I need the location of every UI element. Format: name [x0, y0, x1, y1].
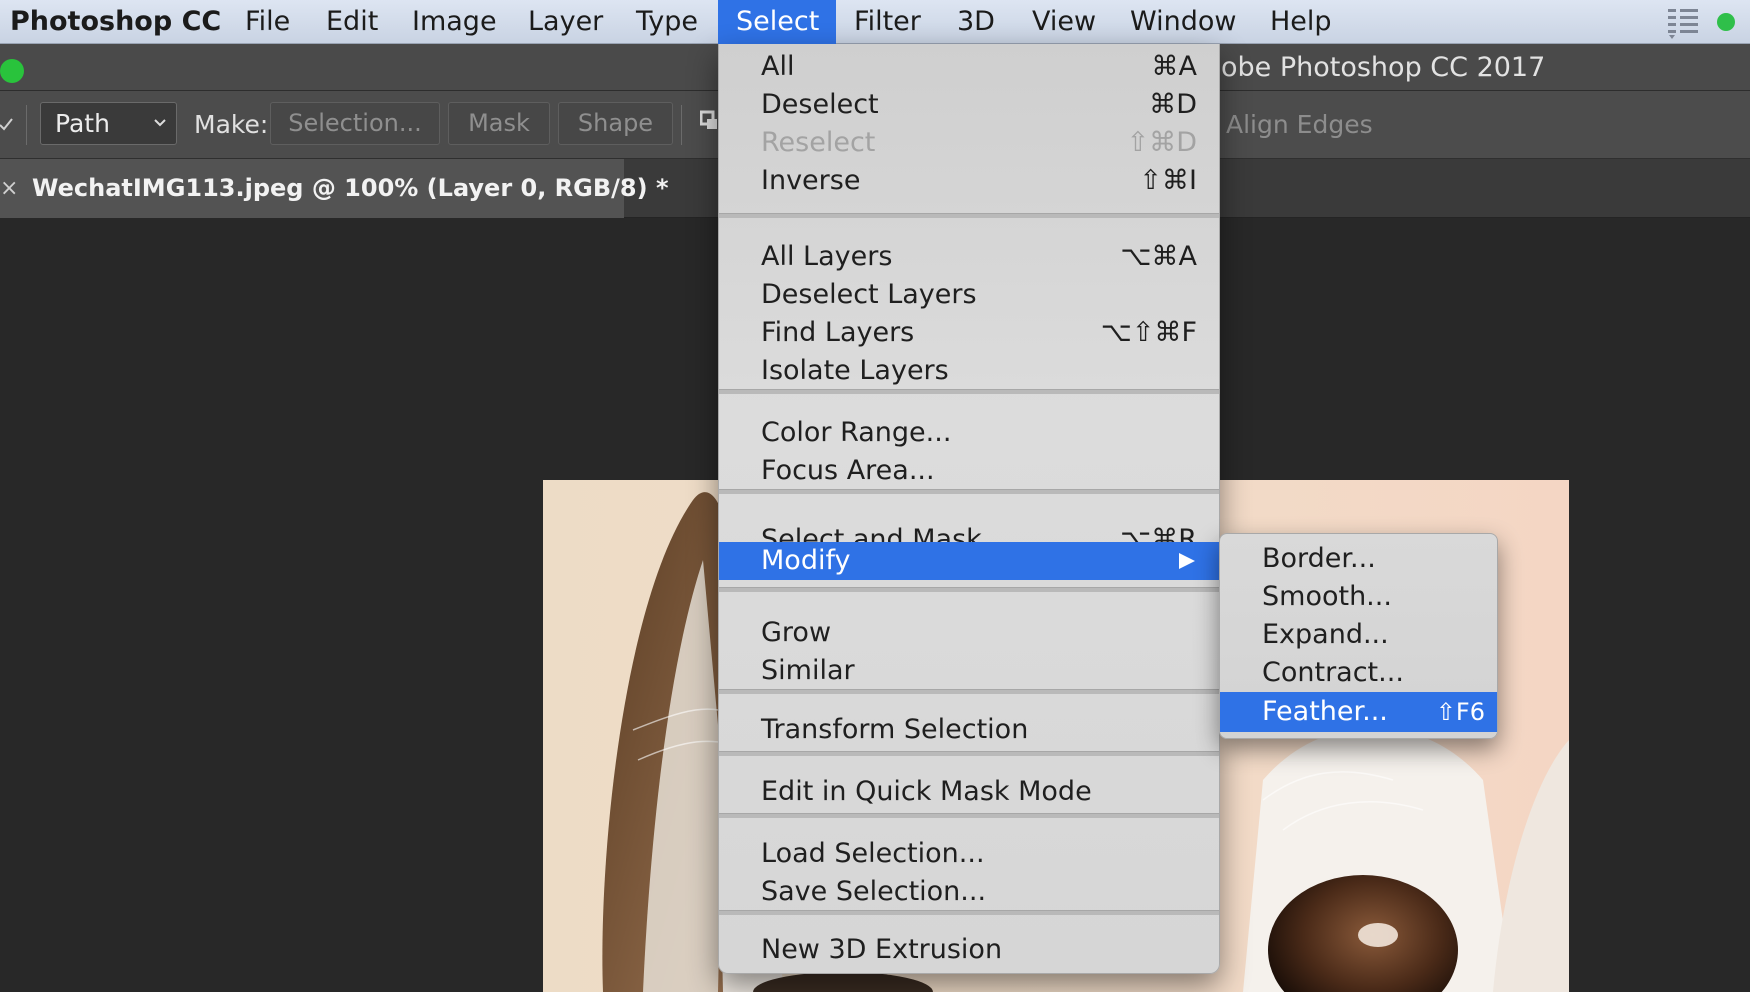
- menu-item-reselect: Reselect ⇧⌘D: [719, 124, 1219, 162]
- make-selection-button[interactable]: Selection...: [270, 102, 440, 145]
- menu-item-label: Grow: [761, 617, 832, 648]
- menu-item-shortcut: ⌥⌘A: [1120, 241, 1197, 272]
- menu-item-label: Save Selection...: [761, 876, 987, 907]
- menu-item-color-range[interactable]: Color Range...: [719, 414, 1219, 452]
- menu-item-load-selection[interactable]: Load Selection...: [719, 835, 1219, 873]
- menu-item-label: All: [761, 51, 795, 82]
- list-menu-icon[interactable]: [1666, 0, 1702, 44]
- menu-image[interactable]: Image: [394, 0, 515, 44]
- menu-separator: [719, 751, 1219, 756]
- menu-item-label: All Layers: [761, 241, 893, 272]
- menu-select[interactable]: Select: [718, 0, 836, 44]
- menu-separator: [719, 389, 1219, 394]
- submenu-item-label: Contract...: [1262, 657, 1404, 688]
- menu-item-edit-quick-mask[interactable]: Edit in Quick Mask Mode: [719, 773, 1219, 811]
- menu-item-label: Similar: [761, 655, 855, 686]
- path-mode-select[interactable]: Path: [40, 102, 177, 145]
- menu-item-label: Deselect: [761, 89, 879, 120]
- menu-item-label: New 3D Extrusion: [761, 934, 1003, 965]
- chevron-down-icon: [152, 113, 168, 137]
- menu-item-shortcut: ⌥⇧⌘F: [1100, 317, 1197, 348]
- menu-separator: [719, 213, 1219, 218]
- menu-item-isolate-layers[interactable]: Isolate Layers: [719, 352, 1219, 390]
- menu-item-label: Inverse: [761, 165, 861, 196]
- window-title: obe Photoshop CC 2017: [1221, 52, 1546, 83]
- menu-item-shortcut: ⌘D: [1149, 89, 1197, 120]
- menu-item-inverse[interactable]: Inverse ⇧⌘I: [719, 162, 1219, 200]
- menu-item-save-selection[interactable]: Save Selection...: [719, 873, 1219, 911]
- submenu-item-label: Feather...: [1262, 696, 1388, 727]
- menu-help[interactable]: Help: [1252, 0, 1350, 44]
- menu-item-label: Reselect: [761, 127, 876, 158]
- menu-item-shortcut: ⌘A: [1151, 51, 1197, 82]
- menu-item-similar[interactable]: Similar: [719, 652, 1219, 690]
- make-label: Make:: [194, 110, 269, 139]
- submenu-item-feather[interactable]: Feather... ⇧F6: [1220, 692, 1497, 732]
- menu-bar: Photoshop CC File Edit Image Layer Type …: [0, 0, 1750, 44]
- menu-item-label: Color Range...: [761, 417, 952, 448]
- menu-item-label: Deselect Layers: [761, 279, 977, 310]
- menu-item-find-layers[interactable]: Find Layers ⌥⇧⌘F: [719, 314, 1219, 352]
- submenu-item-contract[interactable]: Contract...: [1220, 654, 1497, 692]
- submenu-item-border[interactable]: Border...: [1220, 540, 1497, 578]
- menu-item-all-layers[interactable]: All Layers ⌥⌘A: [719, 238, 1219, 276]
- menu-type[interactable]: Type: [618, 0, 716, 44]
- menu-item-modify[interactable]: Modify: [719, 542, 1219, 580]
- document-tab[interactable]: × WechatIMG113.jpeg @ 100% (Layer 0, RGB…: [0, 159, 669, 218]
- make-mask-button[interactable]: Mask: [448, 102, 550, 145]
- menu-item-all[interactable]: All ⌘A: [719, 48, 1219, 86]
- menu-item-shortcut: ⇧⌘D: [1126, 127, 1197, 158]
- submenu-item-smooth[interactable]: Smooth...: [1220, 578, 1497, 616]
- submenu-item-label: Border...: [1262, 543, 1376, 574]
- modify-submenu: Border... Smooth... Expand... Contract..…: [1219, 533, 1498, 739]
- submenu-item-label: Smooth...: [1262, 581, 1392, 612]
- checkmark-icon[interactable]: [0, 109, 14, 137]
- select-menu-dropdown: All ⌘A Deselect ⌘D Reselect ⇧⌘D Inverse …: [718, 44, 1220, 974]
- menu-item-new-3d-extrusion[interactable]: New 3D Extrusion: [719, 931, 1219, 969]
- path-mode-value: Path: [55, 109, 110, 138]
- menu-view[interactable]: View: [1014, 0, 1114, 44]
- menu-filter[interactable]: Filter: [836, 0, 939, 44]
- submenu-item-expand[interactable]: Expand...: [1220, 616, 1497, 654]
- menu-edit[interactable]: Edit: [308, 0, 396, 44]
- menu-separator: [719, 910, 1219, 915]
- path-operations-icon[interactable]: [699, 110, 720, 138]
- status-dot-icon: [1714, 0, 1738, 44]
- app-menu[interactable]: Photoshop CC: [0, 0, 239, 44]
- close-icon[interactable]: ×: [0, 159, 18, 218]
- menu-item-grow[interactable]: Grow: [719, 614, 1219, 652]
- menu-window[interactable]: Window: [1112, 0, 1254, 44]
- window-zoom-button[interactable]: [0, 59, 24, 83]
- submenu-arrow-icon: [1179, 553, 1195, 569]
- menu-item-label: Transform Selection: [761, 714, 1029, 745]
- menu-file[interactable]: File: [227, 0, 308, 44]
- menu-item-label: Focus Area...: [761, 455, 935, 486]
- menu-3d[interactable]: 3D: [939, 0, 1013, 44]
- menu-item-label: Edit in Quick Mask Mode: [761, 776, 1092, 807]
- submenu-item-label: Expand...: [1262, 619, 1389, 650]
- align-edges-label[interactable]: Align Edges: [1226, 91, 1373, 159]
- menu-separator: [719, 689, 1219, 694]
- menu-item-label: Modify: [761, 545, 851, 576]
- menu-item-label: Load Selection...: [761, 838, 985, 869]
- menu-separator: [719, 813, 1219, 818]
- submenu-item-shortcut: ⇧F6: [1435, 698, 1485, 726]
- menu-item-focus-area[interactable]: Focus Area...: [719, 452, 1219, 490]
- menu-layer[interactable]: Layer: [510, 0, 621, 44]
- options-divider: [26, 105, 27, 145]
- menu-separator: [719, 489, 1219, 494]
- options-divider: [681, 105, 682, 145]
- menu-item-deselect-layers[interactable]: Deselect Layers: [719, 276, 1219, 314]
- menu-item-label: Find Layers: [761, 317, 915, 348]
- menu-item-shortcut: ⇧⌘I: [1139, 165, 1197, 196]
- document-tab-title: WechatIMG113.jpeg @ 100% (Layer 0, RGB/8…: [32, 174, 669, 202]
- menu-item-label: Isolate Layers: [761, 355, 949, 386]
- menu-separator: [719, 587, 1219, 592]
- make-shape-button[interactable]: Shape: [558, 102, 673, 145]
- menu-item-deselect[interactable]: Deselect ⌘D: [719, 86, 1219, 124]
- menu-item-transform-selection[interactable]: Transform Selection: [719, 711, 1219, 749]
